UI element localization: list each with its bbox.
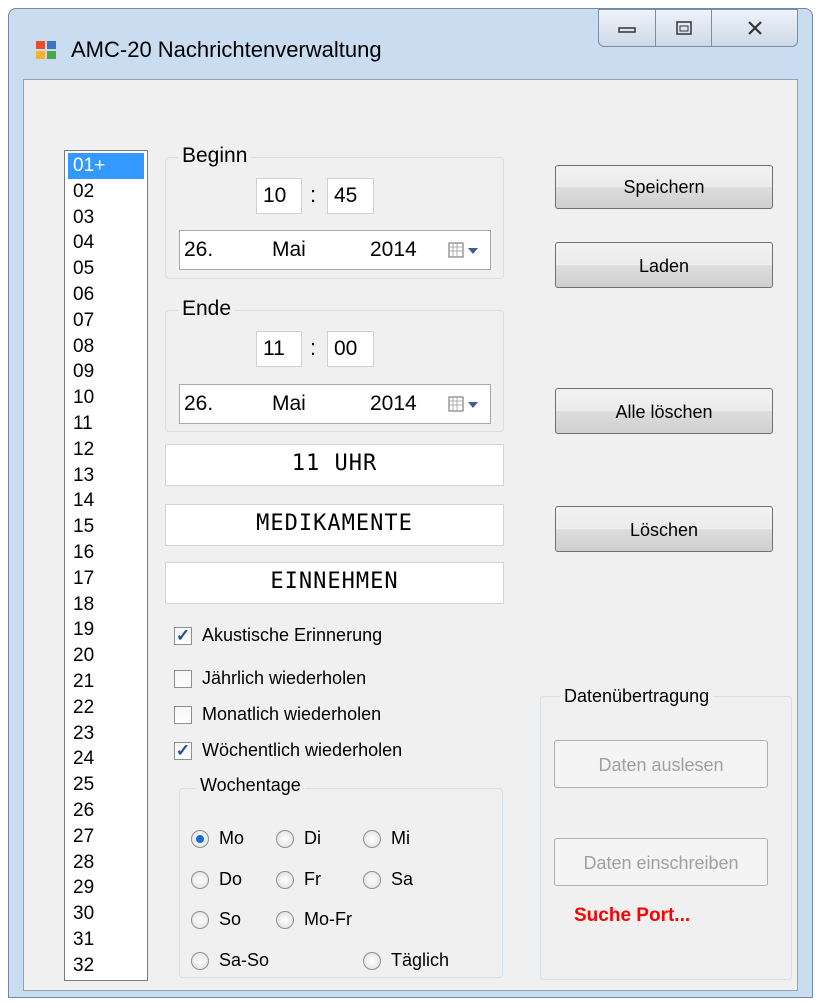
delete-all-button[interactable]: Alle löschen	[555, 388, 773, 434]
data-transfer-label: Datenübertragung	[560, 686, 714, 707]
begin-date-picker[interactable]: 26. Mai 2014	[179, 230, 491, 270]
slot-list-item[interactable]: 24	[65, 746, 147, 772]
yearly-repeat-checkbox[interactable]: Jährlich wiederholen	[174, 668, 366, 689]
maximize-icon	[675, 21, 692, 35]
begin-date-year: 2014	[370, 238, 417, 261]
slot-list-item[interactable]: 25	[65, 772, 147, 798]
slot-list-item[interactable]: 19	[65, 617, 147, 643]
monthly-repeat-checkbox[interactable]: Monatlich wiederholen	[174, 704, 381, 725]
end-date-month: Mai	[272, 392, 306, 415]
weekdays-label: Wochentage	[196, 775, 305, 796]
slot-list-item[interactable]: 07	[65, 308, 147, 334]
slot-list-item[interactable]: 20	[65, 643, 147, 669]
slot-list-item[interactable]: 21	[65, 669, 147, 695]
slot-list-item[interactable]: 11	[65, 411, 147, 437]
slot-list-item[interactable]: 10	[65, 385, 147, 411]
window-title: AMC-20 Nachrichtenverwaltung	[71, 37, 382, 62]
slot-list-item[interactable]: 13	[65, 463, 147, 489]
app-window: AMC-20 Nachrichtenverwaltung 01+ 02 03 04 05…	[8, 8, 813, 998]
slot-list-item[interactable]: 04	[65, 230, 147, 256]
slot-list-item[interactable]: 17	[65, 566, 147, 592]
slot-list-item[interactable]: 06	[65, 282, 147, 308]
begin-time-separator: :	[310, 182, 317, 207]
calendar-dropdown-icon[interactable]	[448, 241, 480, 261]
weekday-radio-mo[interactable]: Mo	[191, 828, 244, 849]
slot-list-item[interactable]: 16	[65, 540, 147, 566]
slot-list-item[interactable]: 08	[65, 334, 147, 360]
slot-list-item[interactable]: 28	[65, 850, 147, 876]
weekday-radio-di[interactable]: Di	[276, 828, 321, 849]
weekday-radio-taeglich[interactable]: Täglich	[363, 950, 449, 971]
end-label: Ende	[178, 297, 236, 321]
begin-minute-input[interactable]: 45	[327, 178, 374, 214]
weekly-check-mark: ✓	[174, 741, 192, 760]
end-hour-input[interactable]: 11	[256, 331, 302, 367]
weekday-radio-mi[interactable]: Mi	[363, 828, 410, 849]
calendar-dropdown-icon[interactable]	[448, 395, 480, 415]
read-data-button[interactable]: Daten auslesen	[554, 740, 768, 788]
slot-list-item[interactable]: 32	[65, 953, 147, 979]
weekday-radio-so[interactable]: So	[191, 909, 241, 930]
weekday-radio-mo-fr[interactable]: Mo-Fr	[276, 909, 352, 930]
end-date-year: 2014	[370, 392, 417, 415]
slot-list-item[interactable]: 30	[65, 901, 147, 927]
slot-list-item[interactable]: 01+	[68, 153, 144, 179]
begin-label: Beginn	[178, 144, 252, 168]
message-line-3[interactable]: EINNEHMEN	[165, 562, 504, 604]
end-minute-input[interactable]: 00	[327, 331, 374, 367]
close-icon	[747, 21, 762, 35]
minimize-button[interactable]	[598, 9, 656, 47]
save-button[interactable]: Speichern	[555, 165, 773, 209]
yearly-repeat-label: Jährlich wiederholen	[202, 668, 367, 688]
end-time-separator: :	[310, 335, 317, 360]
slot-list-item[interactable]: 27	[65, 824, 147, 850]
slot-list-item[interactable]: 02	[65, 179, 147, 205]
message-line-2[interactable]: MEDIKAMENTE	[165, 504, 504, 546]
begin-hour-input[interactable]: 10	[256, 178, 302, 214]
slot-list-item[interactable]: 18	[65, 592, 147, 618]
delete-button[interactable]: Löschen	[555, 506, 773, 552]
weekday-radio-fr[interactable]: Fr	[276, 869, 321, 890]
weekly-repeat-checkbox[interactable]: ✓ Wöchentlich wiederholen	[174, 740, 402, 761]
app-icon	[36, 41, 56, 59]
port-status-text: Suche Port...	[574, 905, 691, 926]
write-data-button[interactable]: Daten einschreiben	[554, 838, 768, 886]
weekday-radio-sa-so[interactable]: Sa-So	[191, 950, 269, 971]
slot-list-item[interactable]: 15	[65, 514, 147, 540]
client-area: 01+ 02 03 04 05 06 07 08 09 10 11 12 13 14 15 16 17 18 19 2…	[23, 79, 798, 991]
end-date-day: 26.	[184, 392, 214, 415]
slot-list-item[interactable]: 09	[65, 359, 147, 385]
load-button[interactable]: Laden	[555, 242, 773, 288]
slot-list-item[interactable]: 22	[65, 695, 147, 721]
slot-list-item[interactable]: 23	[65, 721, 147, 747]
weekly-repeat-label: Wöchentlich wiederholen	[202, 740, 403, 760]
acoustic-check-mark: ✓	[174, 626, 192, 645]
weekday-radio-sa[interactable]: Sa	[363, 869, 413, 890]
message-line-1[interactable]: 11 UHR	[165, 444, 504, 486]
end-date-picker[interactable]: 26. Mai 2014	[179, 384, 491, 424]
slot-list-item[interactable]: 12	[65, 437, 147, 463]
acoustic-reminder-checkbox[interactable]: ✓ Akustische Erinnerung	[174, 625, 382, 646]
slot-list-item[interactable]: 14	[65, 488, 147, 514]
close-button[interactable]	[712, 9, 798, 47]
slot-list-item[interactable]: 31	[65, 927, 147, 953]
acoustic-reminder-label: Akustische Erinnerung	[202, 625, 383, 645]
begin-date-day: 26.	[184, 238, 214, 261]
monthly-repeat-label: Monatlich wiederholen	[202, 704, 382, 724]
minimize-icon	[618, 27, 636, 33]
slot-list-item[interactable]: 29	[65, 875, 147, 901]
message-slot-list[interactable]: 01+ 02 03 04 05 06 07 08 09 10 11 12 13 14 15 16 17 18 19 2…	[64, 150, 148, 981]
slot-list-item[interactable]: 26	[65, 798, 147, 824]
maximize-button[interactable]	[656, 9, 712, 47]
begin-date-month: Mai	[272, 238, 306, 261]
slot-list-item[interactable]: 05	[65, 256, 147, 282]
weekday-radio-do[interactable]: Do	[191, 869, 242, 890]
slot-list-item[interactable]: 03	[65, 205, 147, 231]
title-bar[interactable]: AMC-20 Nachrichtenverwaltung	[9, 9, 812, 79]
